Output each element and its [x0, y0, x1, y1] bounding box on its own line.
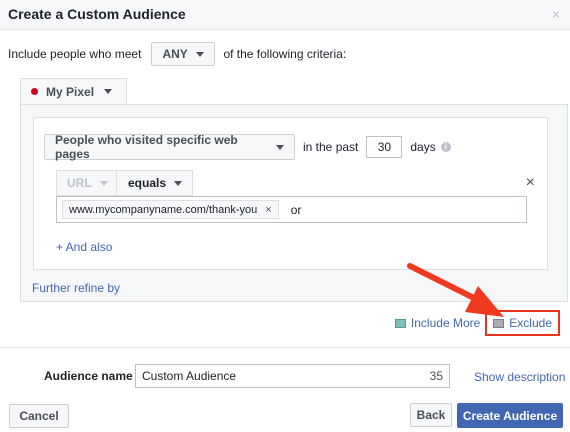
- cancel-button[interactable]: Cancel: [9, 404, 69, 428]
- criteria-row: Include people who meet ANY of the follo…: [8, 42, 346, 66]
- rule-card: People who visited specific web pages in…: [33, 117, 548, 270]
- chevron-down-icon: [104, 89, 113, 94]
- close-icon[interactable]: ×: [552, 6, 560, 22]
- visited-row: People who visited specific web pages in…: [44, 133, 451, 161]
- criteria-prefix: Include people who meet: [8, 47, 142, 61]
- dialog-header: Create a Custom Audience ×: [0, 0, 570, 30]
- match-mode-dropdown[interactable]: ANY: [151, 42, 216, 66]
- include-more-icon: [394, 318, 406, 328]
- chevron-down-icon: [99, 180, 108, 186]
- remove-rule-icon[interactable]: ×: [526, 174, 535, 192]
- dialog-title: Create a Custom Audience: [8, 6, 186, 22]
- char-count: 35: [429, 369, 443, 383]
- match-mode-label: ANY: [162, 47, 188, 61]
- pixel-source-dropdown[interactable]: My Pixel: [20, 78, 127, 104]
- url-value-input[interactable]: www.mycompanyname.com/thank-you × or: [56, 196, 527, 223]
- url-rule: URL equals × www.mycompanyname.com/thank…: [56, 170, 535, 223]
- chevron-down-icon: [174, 180, 183, 186]
- and-also-link[interactable]: + And also: [56, 240, 112, 254]
- field-label: URL: [67, 176, 92, 190]
- url-token-label: www.mycompanyname.com/thank-you: [69, 203, 258, 216]
- audience-name-value: Custom Audience: [142, 369, 237, 383]
- exclude-icon: [493, 318, 505, 328]
- back-button[interactable]: Back: [410, 403, 452, 427]
- visitor-type-dropdown[interactable]: People who visited specific web pages: [44, 133, 295, 161]
- rule-head: URL equals: [56, 170, 193, 196]
- field-dropdown[interactable]: URL: [56, 170, 117, 196]
- in-the-past-label: in the past: [303, 140, 359, 154]
- chevron-down-icon: [195, 51, 204, 57]
- divider: [0, 347, 570, 348]
- operator-label: equals: [128, 176, 167, 190]
- audience-name-input[interactable]: Custom Audience 35: [135, 364, 450, 388]
- show-description-link[interactable]: Show description: [474, 370, 565, 384]
- pixel-name: My Pixel: [46, 84, 95, 99]
- days-label: days: [410, 140, 436, 154]
- further-refine-link[interactable]: Further refine by: [32, 281, 120, 295]
- days-input[interactable]: 30: [366, 136, 403, 158]
- url-token: www.mycompanyname.com/thank-you ×: [62, 200, 279, 219]
- visitor-type-label: People who visited specific web pages: [55, 133, 238, 161]
- operator-dropdown[interactable]: equals: [117, 170, 193, 196]
- include-more-label: Include More: [410, 316, 481, 330]
- info-icon[interactable]: i: [440, 142, 451, 152]
- audience-name-label: Audience name: [44, 369, 133, 383]
- criteria-suffix: of the following criteria:: [223, 47, 347, 61]
- create-audience-button[interactable]: Create Audience: [457, 403, 563, 428]
- chevron-down-icon: [276, 144, 284, 150]
- exclude-highlight: Exclude: [485, 310, 560, 336]
- exclude-button[interactable]: Exclude: [493, 316, 552, 330]
- pixel-rule-panel: People who visited specific web pages in…: [20, 104, 568, 302]
- or-placeholder: or: [290, 202, 302, 217]
- exclude-label: Exclude: [509, 316, 552, 330]
- pixel-status-dot: [31, 88, 38, 95]
- rule-actions: Include More Exclude: [394, 310, 560, 336]
- include-more-button[interactable]: Include More: [394, 316, 481, 330]
- remove-token-icon[interactable]: ×: [265, 204, 271, 216]
